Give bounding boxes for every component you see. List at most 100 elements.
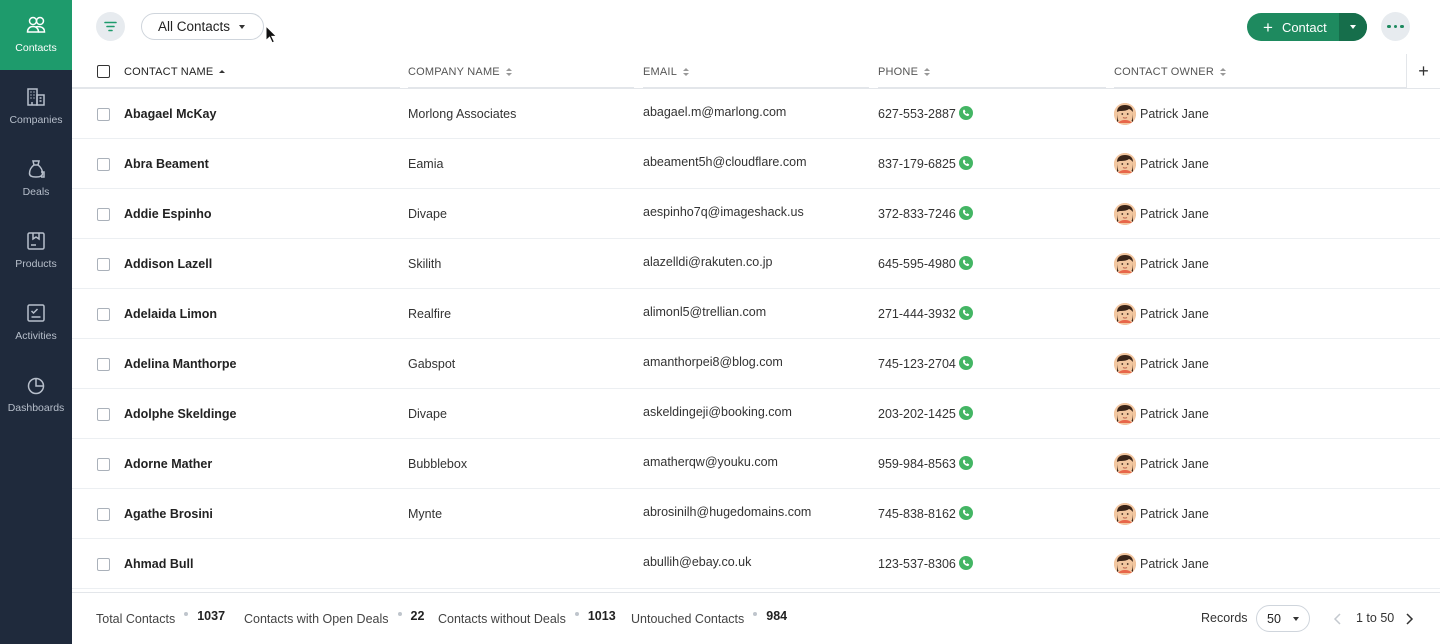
owner-avatar: [1114, 503, 1136, 525]
add-contact-dropdown-button[interactable]: [1339, 13, 1367, 41]
email-link[interactable]: alazelldi@rakuten.co.jp: [643, 255, 772, 269]
owner-name: Patrick Jane: [1140, 257, 1209, 271]
plus-icon: +: [1263, 17, 1273, 37]
sidebar-item-label: Activities: [15, 330, 57, 342]
chevron-right-icon[interactable]: [1402, 611, 1416, 627]
email-link[interactable]: abagael.m@marlong.com: [643, 105, 786, 119]
filter-button[interactable]: [96, 12, 125, 41]
contact-name-link[interactable]: Adorne Mather: [124, 457, 212, 471]
phone-call-icon[interactable]: [959, 156, 973, 170]
row-checkbox[interactable]: [97, 458, 110, 471]
email-link[interactable]: abullih@ebay.co.uk: [643, 555, 751, 569]
sidebar-item-activities[interactable]: Activities: [0, 288, 72, 358]
phone-number: 271-444-3932: [878, 307, 956, 321]
row-checkbox[interactable]: [97, 108, 110, 121]
select-all-checkbox[interactable]: [97, 65, 110, 78]
phone-number: 203-202-1425: [878, 407, 956, 421]
company-name-link[interactable]: Mynte: [408, 507, 442, 521]
email-link[interactable]: abrosinilh@hugedomains.com: [643, 505, 811, 519]
email-link[interactable]: amanthorpei8@blog.com: [643, 355, 783, 369]
contact-name-link[interactable]: Addison Lazell: [124, 257, 212, 271]
contact-name-link[interactable]: Addie Espinho: [124, 207, 212, 221]
sort-icon: [924, 67, 931, 76]
contact-name-link[interactable]: Abra Beament: [124, 157, 209, 171]
products-icon: [27, 232, 45, 250]
phone-call-icon[interactable]: [959, 406, 973, 420]
phone-call-icon[interactable]: [959, 106, 973, 120]
contact-name-link[interactable]: Adelina Manthorpe: [124, 357, 237, 371]
column-header-phone[interactable]: PHONE: [878, 54, 931, 89]
view-selector[interactable]: All Contacts: [141, 13, 264, 40]
company-name-link[interactable]: Gabspot: [408, 357, 455, 371]
company-name-link[interactable]: Skilith: [408, 257, 441, 271]
column-header-contact-owner[interactable]: CONTACT OWNER: [1114, 54, 1226, 89]
phone-call-icon[interactable]: [959, 356, 973, 370]
owner-name: Patrick Jane: [1140, 107, 1209, 121]
pagination-range: 1 to 50: [1356, 611, 1395, 625]
contact-name-link[interactable]: Agathe Brosini: [124, 507, 213, 521]
more-dot: [1387, 24, 1391, 29]
contact-name-link[interactable]: Abagael McKay: [124, 107, 216, 121]
company-name-link[interactable]: Realfire: [408, 307, 451, 321]
row-checkbox[interactable]: [97, 158, 110, 171]
owner-name: Patrick Jane: [1140, 507, 1209, 521]
phone-number: 372-833-7246: [878, 207, 956, 221]
company-name-link[interactable]: Divape: [408, 407, 447, 421]
row-checkbox[interactable]: [97, 408, 110, 421]
table-row[interactable]: Abagael McKay Morlong Associates abagael…: [72, 89, 1440, 139]
sidebar-item-contacts[interactable]: Contacts: [0, 0, 72, 70]
sidebar-item-companies[interactable]: Companies: [0, 72, 72, 142]
table-row[interactable]: Ahmad Bull abullih@ebay.co.uk 123-537-83…: [72, 539, 1440, 589]
column-header-label: PHONE: [878, 65, 919, 78]
records-per-page-select[interactable]: 50: [1256, 605, 1310, 632]
contact-name-link[interactable]: Adelaida Limon: [124, 307, 217, 321]
column-header-company-name[interactable]: COMPANY NAME: [408, 54, 512, 89]
contact-name-link[interactable]: Ahmad Bull: [124, 557, 193, 571]
owner-avatar: [1114, 403, 1136, 425]
email-link[interactable]: aespinho7q@imageshack.us: [643, 205, 804, 219]
row-checkbox[interactable]: [97, 208, 110, 221]
add-contact-button[interactable]: + Contact: [1247, 13, 1339, 41]
row-checkbox[interactable]: [97, 508, 110, 521]
email-link[interactable]: amatherqw@youku.com: [643, 455, 778, 469]
owner-name: Patrick Jane: [1140, 307, 1209, 321]
chevron-left-icon[interactable]: [1331, 611, 1345, 627]
phone-call-icon[interactable]: [959, 456, 973, 470]
table-row[interactable]: Addie Espinho Divape aespinho7q@imagesha…: [72, 189, 1440, 239]
row-checkbox[interactable]: [97, 558, 110, 571]
email-link[interactable]: abeament5h@cloudflare.com: [643, 155, 806, 169]
table-row[interactable]: Abra Beament Eamia abeament5h@cloudflare…: [72, 139, 1440, 189]
row-checkbox[interactable]: [97, 358, 110, 371]
email-link[interactable]: alimonl5@trellian.com: [643, 305, 766, 319]
phone-call-icon[interactable]: [959, 206, 973, 220]
table-row[interactable]: Adorne Mather Bubblebox amatherqw@youku.…: [72, 439, 1440, 489]
row-checkbox[interactable]: [97, 308, 110, 321]
column-header-email[interactable]: EMAIL: [643, 54, 690, 89]
stat-value: 22: [410, 609, 425, 623]
company-name-link[interactable]: Morlong Associates: [408, 107, 516, 121]
company-name-link[interactable]: Bubblebox: [408, 457, 467, 471]
sidebar-item-products[interactable]: Products: [0, 216, 72, 286]
company-name-link[interactable]: Divape: [408, 207, 447, 221]
company-name-link[interactable]: Eamia: [408, 157, 443, 171]
phone-number: 745-123-2704: [878, 357, 956, 371]
table-row[interactable]: Adelina Manthorpe Gabspot amanthorpei8@b…: [72, 339, 1440, 389]
caret-down-icon: [1350, 25, 1356, 29]
contact-name-link[interactable]: Adolphe Skeldinge: [124, 407, 237, 421]
phone-call-icon[interactable]: [959, 306, 973, 320]
phone-call-icon[interactable]: [959, 506, 973, 520]
add-column-button[interactable]: +: [1406, 54, 1440, 89]
table-row[interactable]: Addison Lazell Skilith alazelldi@rakuten…: [72, 239, 1440, 289]
owner-avatar: [1114, 303, 1136, 325]
row-checkbox[interactable]: [97, 258, 110, 271]
table-row[interactable]: Adolphe Skeldinge Divape askeldingeji@bo…: [72, 389, 1440, 439]
sidebar-item-deals[interactable]: Deals: [0, 144, 72, 214]
sidebar-item-dashboards[interactable]: Dashboards: [0, 360, 72, 430]
phone-call-icon[interactable]: [959, 556, 973, 570]
phone-call-icon[interactable]: [959, 256, 973, 270]
table-row[interactable]: Adelaida Limon Realfire alimonl5@trellia…: [72, 289, 1440, 339]
table-row[interactable]: Agathe Brosini Mynte abrosinilh@hugedoma…: [72, 489, 1440, 539]
email-link[interactable]: askeldingeji@booking.com: [643, 405, 792, 419]
more-options-button[interactable]: [1381, 12, 1410, 41]
column-header-contact-name[interactable]: CONTACT NAME: [124, 54, 226, 89]
